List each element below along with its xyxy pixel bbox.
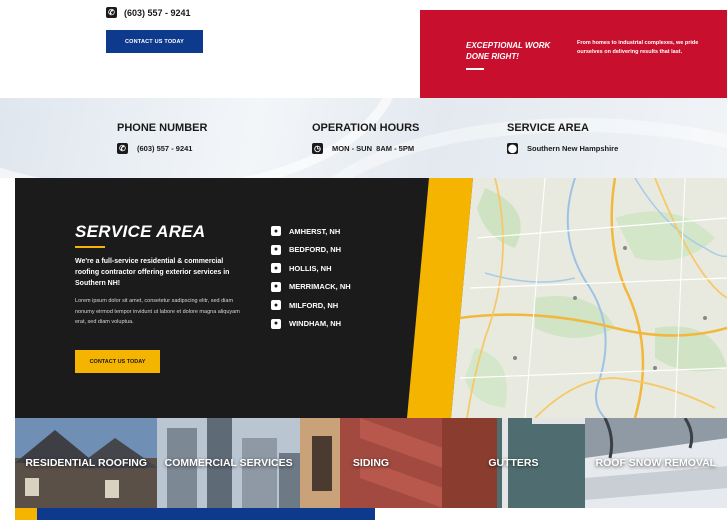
town-label: MERRIMACK, NH: [289, 282, 351, 292]
clock-icon: ◷: [312, 143, 323, 154]
tile-roof-snow-removal[interactable]: ROOF SNOW REMOVAL: [584, 418, 727, 508]
tile-commercial-services[interactable]: COMMERCIAL SERVICES: [157, 418, 300, 508]
tile-label: RESIDENTIAL ROOFING: [25, 457, 148, 469]
tile-residential-roofing[interactable]: RESIDENTIAL ROOFING: [15, 418, 158, 508]
info-area-title: SERVICE AREA: [507, 122, 589, 134]
phone-icon: ✆: [117, 143, 128, 154]
top-phone-number: (603) 557 - 9241: [124, 7, 191, 18]
promo-panel: EXCEPTIONAL WORK DONE RIGHT! From homes …: [420, 10, 727, 98]
town-label: MILFORD, NH: [289, 300, 339, 310]
town-label: WINDHAM, NH: [289, 319, 342, 329]
info-phone: PHONE NUMBER ✆ (603) 557 - 9241: [117, 122, 207, 154]
service-contact-button[interactable]: CONTACT US TODAY: [75, 350, 160, 373]
tile-label: GUTTERS: [488, 457, 539, 469]
town-label: AMHERST, NH: [289, 226, 341, 236]
top-strip: ✆ (603) 557 - 9241 CONTACT US TODAY EXCE…: [0, 0, 727, 98]
town-list: ● AMHERST, NH ● BEDFORD, NH ● HOLLIS, NH…: [271, 222, 351, 333]
map-pin-icon: ●: [271, 263, 281, 274]
map-pin-icon: ⬤: [507, 143, 518, 154]
bottom-strip: [15, 508, 375, 520]
service-tiles: RESIDENTIAL ROOFING COMMERCIAL SERVICES …: [15, 418, 727, 508]
tile-siding[interactable]: SIDING: [299, 418, 443, 508]
town-item: ● AMHERST, NH: [271, 222, 351, 241]
info-band: PHONE NUMBER ✆ (603) 557 - 9241 OPERATIO…: [0, 98, 727, 178]
info-phone-title: PHONE NUMBER: [117, 122, 208, 134]
top-phone[interactable]: ✆ (603) 557 - 9241: [106, 7, 191, 18]
info-area-value: Southern New Hampshire: [527, 144, 619, 153]
town-item: ● HOLLIS, NH: [271, 259, 351, 278]
service-area-underline: [75, 246, 105, 248]
town-label: BEDFORD, NH: [289, 245, 342, 255]
bottom-accent: [15, 508, 37, 520]
town-label: HOLLIS, NH: [289, 263, 332, 273]
map-pin-icon: ●: [271, 281, 281, 292]
info-phone-value[interactable]: (603) 557 - 9241: [137, 144, 192, 153]
service-area-lead: We're a full-service residential & comme…: [75, 258, 230, 287]
top-contact-button[interactable]: CONTACT US TODAY: [106, 30, 203, 53]
info-hours-value: MON - SUN 8AM - 5PM: [332, 144, 415, 153]
map-pin-icon: ●: [271, 300, 281, 311]
town-item: ● MILFORD, NH: [271, 296, 351, 315]
tile-label: ROOF SNOW REMOVAL: [595, 457, 717, 469]
info-hours: OPERATION HOURS ◷ MON - SUN 8AM - 5PM: [312, 122, 419, 154]
info-hours-title: OPERATION HOURS: [312, 122, 420, 134]
town-item: ● WINDHAM, NH: [271, 315, 351, 334]
town-item: ● MERRIMACK, NH: [271, 278, 351, 297]
map-pin-icon: ●: [271, 226, 281, 237]
service-area-body: Lorem ipsum dolor sit amet, consetetur s…: [75, 298, 240, 325]
tile-label: SIDING: [352, 457, 390, 469]
promo-underline: [466, 68, 484, 70]
promo-title: EXCEPTIONAL WORK DONE RIGHT!: [466, 41, 551, 61]
map-pin-icon: ●: [271, 244, 281, 255]
tile-label: COMMERCIAL SERVICES: [164, 457, 293, 469]
service-area-title: SERVICE AREA: [75, 222, 206, 241]
town-item: ● BEDFORD, NH: [271, 241, 351, 260]
tile-gutters[interactable]: GUTTERS: [442, 418, 585, 508]
phone-icon: ✆: [106, 7, 117, 18]
map-pin-icon: ●: [271, 318, 281, 329]
promo-text: From homes to industrial complexes, we p…: [577, 40, 699, 55]
info-area: SERVICE AREA ⬤ Southern New Hampshire: [507, 122, 618, 154]
service-area-section: SERVICE AREA We're a full-service reside…: [15, 178, 727, 418]
